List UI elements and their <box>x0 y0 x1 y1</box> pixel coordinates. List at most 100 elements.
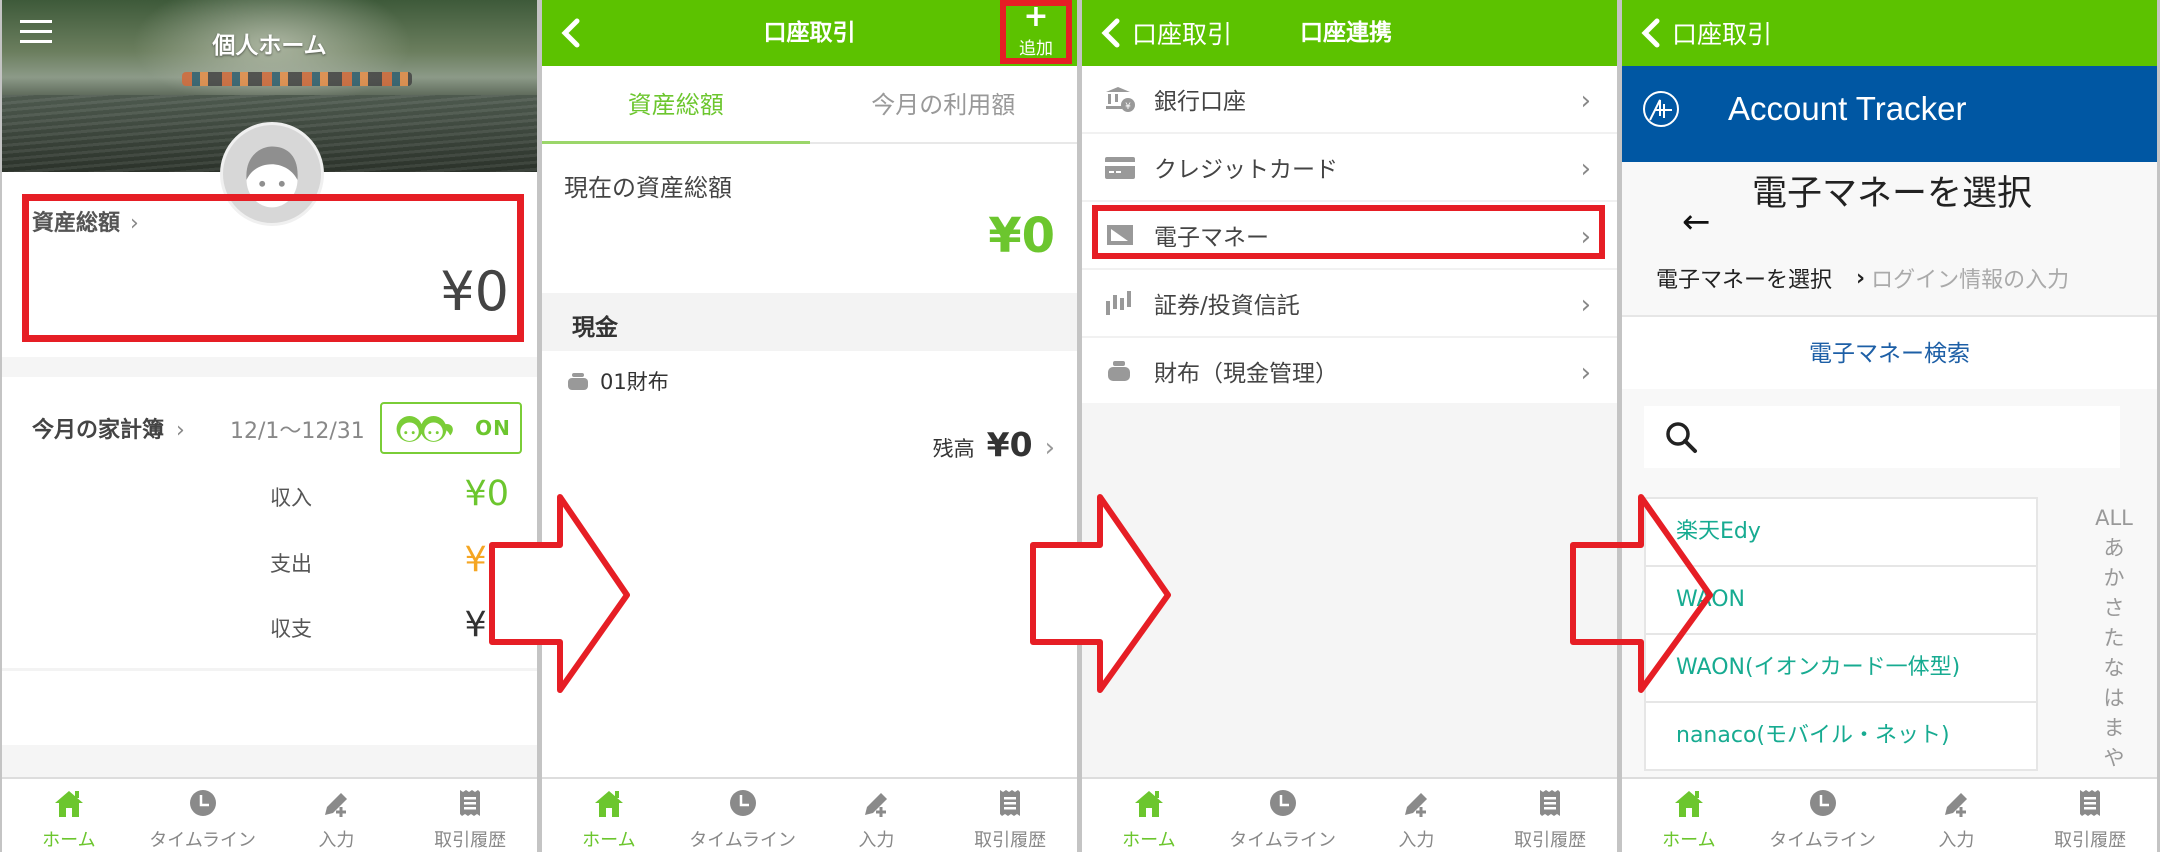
home-icon <box>1672 787 1706 824</box>
chevron-right-icon: › <box>1580 154 1591 184</box>
pen-plus-icon <box>859 787 893 824</box>
nav-tab-timeline[interactable]: タイムライン <box>1756 779 1890 852</box>
bottom-navigation: ホーム タイムライン 入力 取引履歴 <box>1622 777 2157 852</box>
chevron-right-icon: › <box>1580 358 1591 388</box>
list-item-bank[interactable]: ¥ 銀行口座 › <box>1082 66 1617 134</box>
nav-tab-home[interactable]: ホーム <box>2 779 136 852</box>
back-button[interactable]: 口座取引 <box>1100 0 1232 66</box>
tab-monthly-usage[interactable]: 今月の利用額 <box>810 66 1078 142</box>
tab-asset-total[interactable]: 資産総額 <box>542 66 810 144</box>
balance-label: 残高 <box>932 437 975 461</box>
home-icon <box>52 787 86 824</box>
index-na[interactable]: な <box>2084 653 2144 683</box>
breadcrumb: 電子マネーを選択 › ログイン情報の入力 <box>1656 262 2069 294</box>
app-header: 口座取引 <box>1622 0 2157 66</box>
index-ya[interactable]: や <box>2084 743 2144 773</box>
svg-text:¥: ¥ <box>1125 102 1131 112</box>
add-account-button[interactable]: + 追加 <box>1000 0 1072 64</box>
panel-account-linking: 口座取引 口座連携 ¥ 銀行口座 › クレジットカード › 電子マネー › 証券… <box>1082 0 1617 852</box>
wallet-balance-link[interactable]: 残高 ¥0 › <box>933 425 1055 464</box>
home-icon <box>592 787 626 824</box>
nav-tab-home[interactable]: ホーム <box>1622 779 1756 852</box>
chevron-left-icon <box>1641 18 1660 48</box>
index-ka[interactable]: か <box>2084 563 2144 593</box>
nav-tab-history[interactable]: 取引履歴 <box>1483 779 1617 852</box>
asset-total-link[interactable]: 資産総額 › <box>32 205 139 237</box>
pen-plus-icon <box>319 787 353 824</box>
household-budget-link[interactable]: 今月の家計簿 › <box>32 412 185 444</box>
index-a[interactable]: あ <box>2084 533 2144 563</box>
index-all[interactable]: ALL <box>2084 503 2144 533</box>
pen-plus-icon <box>1939 787 1973 824</box>
expense-value: ¥0 <box>464 540 509 580</box>
breadcrumb-next: ログイン情報の入力 <box>1871 268 2070 293</box>
search-box[interactable] <box>1644 406 2120 468</box>
nav-label: 入力 <box>1398 830 1435 851</box>
nav-tab-timeline[interactable]: タイムライン <box>1216 779 1350 852</box>
page-title: 口座連携 <box>1300 20 1392 46</box>
expense-label: 支出 <box>270 552 312 576</box>
balance-label: 収支 <box>270 617 312 641</box>
clock-icon <box>1806 787 1840 824</box>
nav-label: タイムライン <box>1229 830 1336 851</box>
step-header: ← 電子マネーを選択 電子マネーを選択 › ログイン情報の入力 <box>1622 162 2157 317</box>
nav-tab-history[interactable]: 取引履歴 <box>2023 779 2157 852</box>
nav-label: タイムライン <box>149 830 256 851</box>
nav-label: ホーム <box>42 830 96 851</box>
nav-tab-input[interactable]: 入力 <box>1890 779 2024 852</box>
receipt-icon <box>453 787 487 824</box>
nav-tab-input[interactable]: 入力 <box>810 779 944 852</box>
account-tracker-title: Account Tracker <box>1728 90 1967 127</box>
search-area: 楽天Edy WAON WAON(イオンカード一体型) nanaco(モバイル・ネ… <box>1622 389 2157 780</box>
page-title: 口座取引 <box>763 20 856 46</box>
current-total-amount: ¥0 <box>988 208 1055 264</box>
list-item[interactable]: nanaco(モバイル・ネット) <box>1646 703 2036 771</box>
index-ha[interactable]: は <box>2084 683 2144 713</box>
list-item[interactable]: WAON <box>1646 567 2036 635</box>
back-label: 口座取引 <box>1132 20 1233 49</box>
panel-account-transactions: 口座取引 + 追加 資産総額 今月の利用額 現在の資産総額 ¥0 現金 01財布… <box>542 0 1077 852</box>
share-toggle-button[interactable]: ON <box>380 402 522 454</box>
credit-card-icon <box>1105 157 1135 179</box>
back-button[interactable]: 口座取引 <box>1640 0 1772 66</box>
income-value: ¥0 <box>464 474 509 514</box>
nav-tab-timeline[interactable]: タイムライン <box>676 779 810 852</box>
breadcrumb-current: 電子マネーを選択 <box>1656 268 1833 293</box>
list-item-wallet[interactable]: 財布（現金管理） › <box>1082 338 1617 406</box>
nav-tab-home[interactable]: ホーム <box>542 779 676 852</box>
index-ma[interactable]: ま <box>2084 713 2144 743</box>
add-label: 追加 <box>1019 39 1053 59</box>
clock-icon <box>726 787 760 824</box>
chevron-right-icon: › <box>1044 433 1055 463</box>
search-input[interactable] <box>1714 416 2104 458</box>
step-title: 電子マネーを選択 <box>1752 174 2033 214</box>
kana-index: ALL あ か さ た な は ま や <box>2084 503 2144 773</box>
nav-tab-history[interactable]: 取引履歴 <box>943 779 1077 852</box>
index-ta[interactable]: た <box>2084 623 2144 653</box>
nav-tab-history[interactable]: 取引履歴 <box>403 779 537 852</box>
nav-label: 取引履歴 <box>974 830 1047 851</box>
list-item[interactable]: 楽天Edy <box>1646 499 2036 567</box>
search-section-title: 電子マネー検索 <box>1622 319 2157 389</box>
nav-label: 取引履歴 <box>1514 830 1587 851</box>
index-sa[interactable]: さ <box>2084 593 2144 623</box>
nav-tab-timeline[interactable]: タイムライン <box>136 779 270 852</box>
wallet-item[interactable]: 01財布 <box>566 366 669 396</box>
panel-select-e-money: 口座取引 Account Tracker ← 電子マネーを選択 電子マネーを選択… <box>1622 0 2157 852</box>
back-arrow-icon[interactable]: ← <box>1682 202 1711 242</box>
asset-total-amount: ¥0 <box>440 260 509 323</box>
app-header: 口座取引 + 追加 <box>542 0 1077 66</box>
list-item-securities[interactable]: 証券/投資信託 › <box>1082 270 1617 338</box>
nav-tab-input[interactable]: 入力 <box>1350 779 1484 852</box>
nav-tab-home[interactable]: ホーム <box>1082 779 1216 852</box>
nav-label: 入力 <box>318 830 355 851</box>
item-label: 証券/投資信託 <box>1154 293 1300 319</box>
list-item[interactable]: WAON(イオンカード一体型) <box>1646 635 2036 703</box>
list-item-credit-card[interactable]: クレジットカード › <box>1082 134 1617 202</box>
nav-label: 取引履歴 <box>434 830 507 851</box>
nav-tab-input[interactable]: 入力 <box>270 779 404 852</box>
receipt-icon <box>993 787 1027 824</box>
section-divider <box>2 668 537 671</box>
chevron-right-icon: › <box>176 418 185 443</box>
page-title: 個人ホーム <box>212 33 327 59</box>
